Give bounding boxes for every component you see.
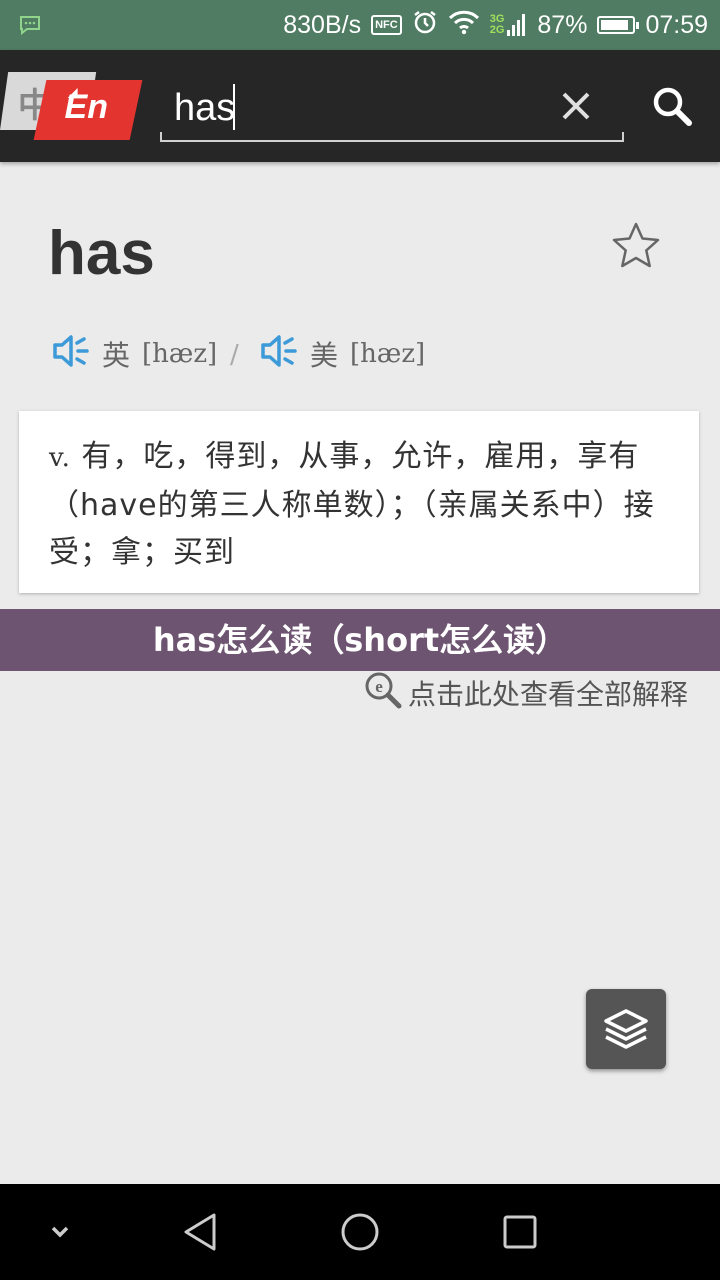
- definition-text: v. 有，吃，得到，从事，允许，雇用，享有（have的第三人称单数）；（亲属关系…: [49, 433, 669, 576]
- network-type-2g: 2G: [489, 24, 505, 36]
- pronunciation-uk[interactable]: 英 [hæz]: [52, 334, 217, 374]
- pronunciation-us[interactable]: 美 [hæz]: [260, 334, 425, 374]
- system-nav-bar: [0, 1184, 720, 1280]
- battery-icon: [597, 16, 640, 34]
- pronunciation-us-label: 美: [310, 339, 339, 372]
- speaker-icon[interactable]: [260, 333, 298, 376]
- recents-icon[interactable]: [496, 1208, 544, 1256]
- view-all-link[interactable]: e 点击此处查看全部解释: [364, 672, 688, 714]
- view-all-text: 点击此处查看全部解释: [407, 678, 688, 711]
- search-icon[interactable]: [650, 84, 694, 128]
- layers-button[interactable]: [586, 989, 666, 1069]
- lang-toggle-english[interactable]: En: [33, 80, 143, 140]
- search-input[interactable]: [174, 84, 534, 132]
- back-icon[interactable]: [176, 1208, 224, 1256]
- speaker-icon[interactable]: [52, 333, 90, 376]
- pronunciation-uk-ipa: [hæz]: [142, 339, 218, 369]
- pronunciation-separator: /: [230, 340, 239, 370]
- title-banner: has怎么读（short怎么读）: [0, 609, 720, 671]
- star-icon[interactable]: [610, 220, 662, 272]
- nfc-icon: NFC: [371, 15, 402, 35]
- battery-percent: 87%: [537, 10, 588, 39]
- web-search-icon: e: [364, 671, 402, 716]
- search-box: [160, 76, 624, 142]
- headword: has: [48, 219, 155, 288]
- message-icon: [18, 14, 42, 40]
- pronunciation-us-ipa: [hæz]: [350, 339, 426, 369]
- pronunciation-uk-label: 英: [102, 339, 131, 372]
- net-speed: 830B/s: [283, 10, 362, 39]
- wifi-icon: [448, 9, 480, 42]
- close-icon[interactable]: [556, 86, 596, 126]
- signal-icon: 3G 2G: [490, 12, 528, 38]
- status-bar: 830B/s NFC 3G 2G 87% 07:59: [0, 0, 720, 50]
- chevron-down-icon[interactable]: [36, 1208, 84, 1256]
- layers-icon: [602, 1005, 650, 1057]
- alarm-icon: [412, 9, 438, 42]
- text-cursor: [233, 84, 235, 130]
- definition-body: 有，吃，得到，从事，允许，雇用，享有（have的第三人称单数）；（亲属关系中）接…: [49, 439, 655, 570]
- clock: 07:59: [645, 10, 708, 39]
- part-of-speech: v.: [49, 443, 71, 473]
- svg-text:e: e: [375, 677, 383, 696]
- definition-card: v. 有，吃，得到，从事，允许，雇用，享有（have的第三人称单数）；（亲属关系…: [19, 411, 699, 593]
- app-toolbar: 中 En: [0, 50, 720, 162]
- home-icon[interactable]: [336, 1208, 384, 1256]
